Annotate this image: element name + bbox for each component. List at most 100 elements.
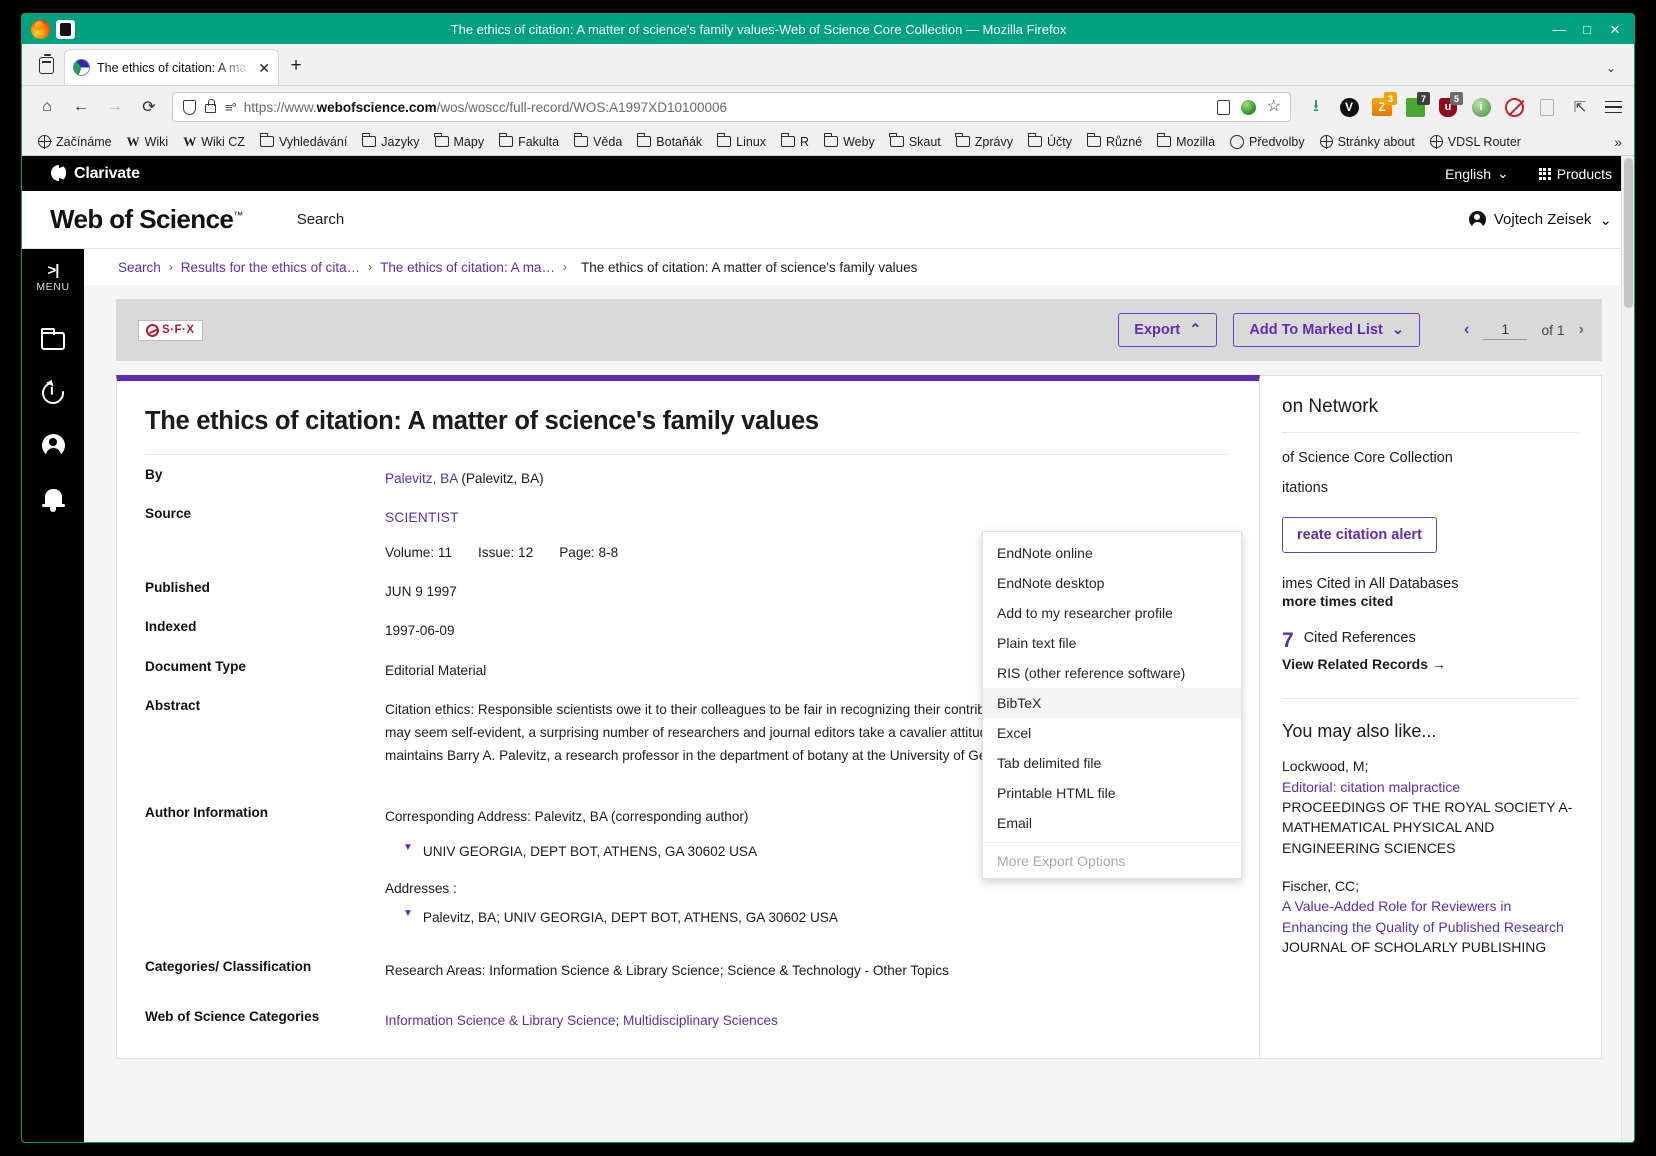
- create-citation-alert-button[interactable]: reate citation alert: [1282, 517, 1437, 554]
- sidebar-menu-toggle[interactable]: >| MENU: [36, 262, 69, 293]
- reload-icon[interactable]: ⟳: [134, 92, 164, 122]
- breadcrumb-link-search[interactable]: Search: [118, 260, 161, 275]
- export-option-bibtex[interactable]: BibTeX: [983, 688, 1241, 718]
- prev-record-icon[interactable]: ‹: [1464, 321, 1469, 339]
- sidebar-item-alerts[interactable]: [27, 471, 79, 523]
- back-icon[interactable]: ←: [66, 92, 96, 122]
- export-option-tab-delimited[interactable]: Tab delimited file: [983, 748, 1241, 778]
- related-title-link[interactable]: A Value-Added Role for Reviewers in Enha…: [1282, 896, 1579, 937]
- next-record-icon[interactable]: ›: [1579, 321, 1584, 339]
- export-button[interactable]: Export ⌃: [1118, 313, 1218, 347]
- sidebar-item-profile[interactable]: [27, 419, 79, 471]
- bookmark-item[interactable]: Účty: [1022, 132, 1078, 152]
- downloads-icon[interactable]: ⭳: [1305, 96, 1327, 118]
- noscript-icon[interactable]: [1503, 96, 1525, 118]
- permissions-icon[interactable]: ≡°: [225, 100, 237, 115]
- bookmark-item[interactable]: Předvolby: [1224, 132, 1311, 152]
- minimize-button[interactable]: —: [1552, 23, 1566, 36]
- reader-view-icon[interactable]: [1216, 99, 1230, 115]
- green-extension-icon[interactable]: 7: [1404, 92, 1430, 118]
- popout-icon[interactable]: ⇱: [1569, 96, 1591, 118]
- more-times-cited-link[interactable]: more times cited: [1282, 593, 1579, 609]
- close-button[interactable]: ✕: [1608, 23, 1622, 36]
- shield-icon[interactable]: [183, 99, 196, 115]
- page-action-icon[interactable]: [1536, 96, 1558, 118]
- bookmark-item[interactable]: VDSL Router: [1424, 132, 1527, 152]
- list-all-tabs-button[interactable]: [30, 49, 62, 81]
- ublock-shield-icon[interactable]: 5: [1437, 92, 1463, 118]
- vimium-icon[interactable]: V: [1338, 96, 1360, 118]
- author-extra: (Palevitz, BA): [461, 471, 544, 486]
- wos-category-link-2[interactable]: Multidisciplinary Sciences: [623, 1013, 778, 1028]
- view-related-records-link[interactable]: View Related Records →: [1282, 656, 1579, 672]
- page-body: >| MENU Search › Results for the ethics …: [22, 249, 1634, 1142]
- export-option-researcher-profile[interactable]: Add to my researcher profile: [983, 598, 1241, 628]
- sidebar-item-folder[interactable]: [27, 315, 79, 367]
- maximize-button[interactable]: □: [1580, 23, 1594, 36]
- translate-globe-icon[interactable]: [1240, 99, 1256, 115]
- breadcrumb-link-record[interactable]: The ethics of citation: A ma…: [380, 260, 555, 275]
- bookmark-item[interactable]: Jazyky: [356, 132, 425, 152]
- bookmark-item[interactable]: Různé: [1081, 132, 1148, 152]
- nav-search[interactable]: Search: [297, 211, 345, 228]
- export-option-printable-html[interactable]: Printable HTML file: [983, 778, 1241, 808]
- bookmark-item[interactable]: Zprávy: [950, 132, 1019, 152]
- browser-tab[interactable]: The ethics of citation: A ma ✕: [64, 49, 279, 85]
- issue-label: Issue: 12: [478, 545, 534, 561]
- lock-icon[interactable]: [205, 99, 216, 113]
- field-label: Author Information: [145, 804, 269, 820]
- breadcrumb-separator-icon: ›: [168, 260, 173, 274]
- app-menu-icon[interactable]: [1602, 96, 1624, 118]
- export-option-ris[interactable]: RIS (other reference software): [983, 658, 1241, 688]
- new-tab-button[interactable]: +: [281, 51, 311, 81]
- home-icon[interactable]: ⌂: [32, 92, 62, 122]
- bookmark-item[interactable]: Mozilla: [1151, 132, 1221, 152]
- bookmark-item[interactable]: Botaňák: [631, 132, 708, 152]
- zotero-icon[interactable]: 3: [1371, 92, 1397, 118]
- wos-logo[interactable]: Web of Science™: [50, 204, 243, 235]
- export-dropdown-menu[interactable]: EndNote online EndNote desktop Add to my…: [982, 531, 1242, 879]
- page-scrollbar[interactable]: [1621, 156, 1634, 1142]
- forward-icon[interactable]: →: [100, 92, 130, 122]
- scrollbar-thumb[interactable]: [1624, 158, 1633, 308]
- bookmark-item[interactable]: Věda: [568, 132, 628, 152]
- bookmark-item[interactable]: W Wiki: [121, 131, 175, 153]
- export-option-plain-text[interactable]: Plain text file: [983, 628, 1241, 658]
- clarivate-logo[interactable]: Clarivate: [50, 165, 140, 183]
- info-extension-icon[interactable]: [1470, 96, 1492, 118]
- export-option-endnote-desktop[interactable]: EndNote desktop: [983, 568, 1241, 598]
- field-label: By: [145, 467, 163, 482]
- export-option-email[interactable]: Email: [983, 808, 1241, 838]
- cited-references-row[interactable]: 7 Cited References: [1282, 629, 1579, 652]
- bookmark-item[interactable]: Začínáme: [32, 132, 118, 152]
- breadcrumb-link-results[interactable]: Results for the ethics of cita…: [181, 260, 360, 275]
- export-option-excel[interactable]: Excel: [983, 718, 1241, 748]
- bookmark-item[interactable]: Fakulta: [493, 132, 565, 152]
- url-domain: webofscience.com: [316, 99, 437, 115]
- author-link[interactable]: Palevitz, BA: [385, 471, 458, 486]
- bookmark-item[interactable]: R: [775, 132, 815, 152]
- source-link[interactable]: SCIENTIST: [385, 506, 1229, 529]
- bookmark-item[interactable]: Mapy: [429, 132, 491, 152]
- bookmark-item[interactable]: Vyhledávání: [254, 132, 353, 152]
- bookmark-item[interactable]: Stránky about: [1314, 132, 1421, 152]
- bookmark-item[interactable]: Weby: [818, 132, 881, 152]
- page-number-input[interactable]: 1: [1483, 321, 1528, 340]
- bookmarks-overflow-icon[interactable]: »: [1614, 134, 1624, 150]
- bookmark-item[interactable]: Linux: [711, 132, 772, 152]
- add-to-marked-list-button[interactable]: Add To Marked List ⌄: [1233, 313, 1420, 347]
- products-button[interactable]: Products: [1538, 166, 1612, 182]
- bookmark-item[interactable]: Skaut: [884, 132, 947, 152]
- bookmark-star-icon[interactable]: ☆: [1267, 99, 1281, 115]
- export-option-endnote-online[interactable]: EndNote online: [983, 538, 1241, 568]
- bookmark-item[interactable]: W Wiki CZ: [177, 131, 251, 153]
- url-bar[interactable]: ≡° https://www.webofscience.com/wos/wosc…: [172, 92, 1291, 122]
- wos-category-link-1[interactable]: Information Science & Library Science: [385, 1013, 615, 1028]
- tab-close-icon[interactable]: ✕: [258, 61, 270, 75]
- tabs-overflow-chevron-icon[interactable]: ⌄: [1606, 61, 1626, 85]
- language-selector[interactable]: English ⌄: [1445, 165, 1509, 182]
- related-title-link[interactable]: Editorial: citation malpractice: [1282, 777, 1579, 797]
- user-menu[interactable]: Vojtech Zeisek ⌄: [1468, 211, 1612, 229]
- sfx-button[interactable]: S·F·X: [138, 319, 203, 341]
- sidebar-item-history[interactable]: [27, 367, 79, 419]
